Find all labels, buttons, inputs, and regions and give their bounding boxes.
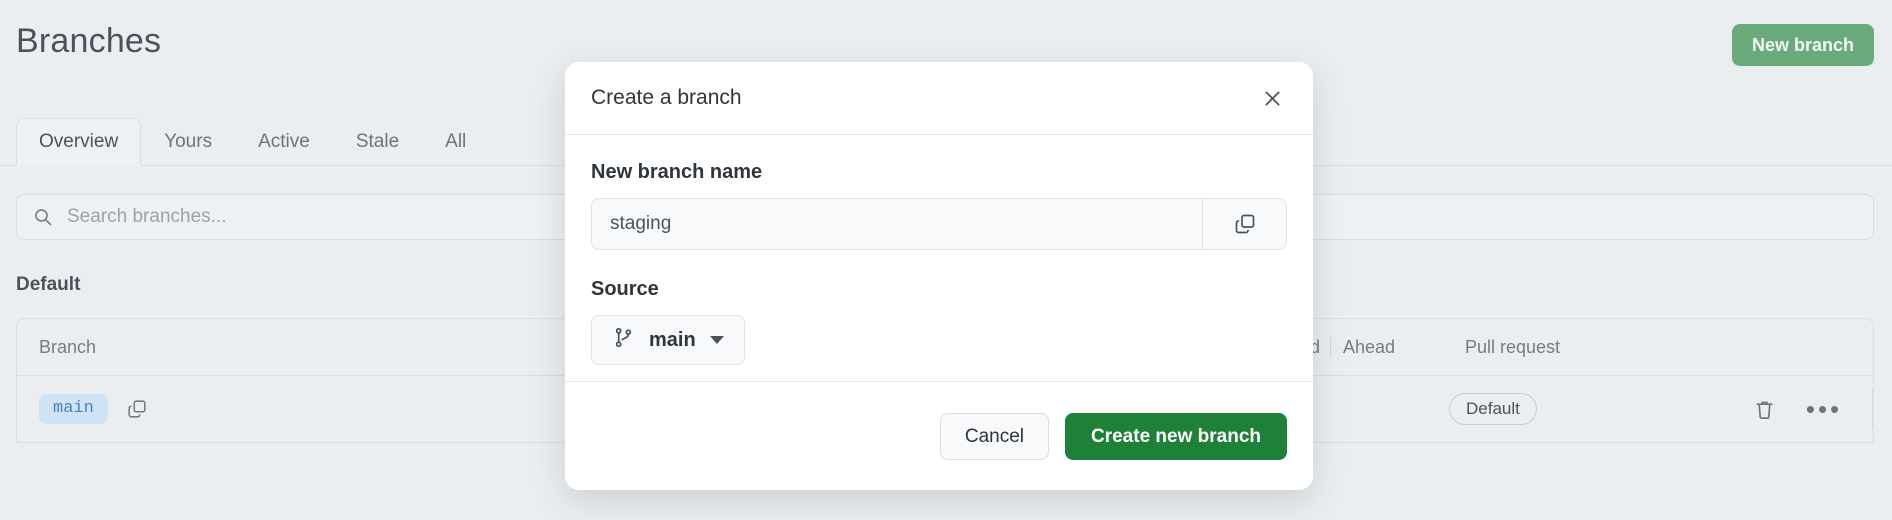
branch-name-badge[interactable]: main <box>39 393 108 425</box>
new-branch-button[interactable]: New branch <box>1731 24 1874 66</box>
column-header-ahead: Ahead <box>1343 336 1396 357</box>
tab-active[interactable]: Active <box>235 118 333 166</box>
create-branch-modal: Create a branch New branch name Source <box>565 62 1313 490</box>
git-branch-icon <box>612 326 635 354</box>
new-branch-name-label: New branch name <box>591 161 763 183</box>
tab-label: Yours <box>164 131 213 152</box>
source-branch-select[interactable]: main <box>591 315 745 365</box>
tab-overview[interactable]: Overview <box>16 118 142 166</box>
tab-label: Overview <box>39 131 119 152</box>
modal-title: Create a branch <box>591 86 742 109</box>
modal-footer: Cancel Create new branch <box>565 381 1313 490</box>
modal-body: New branch name Source mai <box>565 135 1313 381</box>
tab-all[interactable]: All <box>422 118 489 166</box>
tab-label: Active <box>258 131 310 152</box>
close-icon[interactable] <box>1257 83 1287 113</box>
modal-header: Create a branch <box>565 62 1313 135</box>
tab-label: All <box>445 131 467 152</box>
cell-actions: ••• <box>1663 388 1873 430</box>
source-branch-value: main <box>649 328 696 351</box>
cell-pull-request: Default <box>1423 393 1663 425</box>
trash-icon[interactable] <box>1751 396 1777 422</box>
chevron-down-icon <box>709 336 724 344</box>
tab-stale[interactable]: Stale <box>333 118 422 166</box>
tab-bar: Overview Yours Active Stale All <box>16 118 489 166</box>
section-heading-default: Default <box>16 274 81 295</box>
new-branch-name-field[interactable] <box>591 198 1287 250</box>
status-badge: Default <box>1449 393 1537 425</box>
new-branch-name-input[interactable] <box>592 199 1202 249</box>
page-title: Branches <box>16 22 162 60</box>
actions-divider <box>1872 388 1873 430</box>
column-header-pull-request: Pull request <box>1465 336 1561 357</box>
create-new-branch-button[interactable]: Create new branch <box>1065 412 1287 460</box>
cancel-button[interactable]: Cancel <box>939 412 1049 460</box>
search-icon <box>33 207 53 227</box>
copy-icon[interactable] <box>124 396 150 422</box>
copy-icon[interactable] <box>1202 199 1286 249</box>
source-label: Source <box>591 278 659 300</box>
tab-label: Stale <box>355 131 400 152</box>
ellipsis-icon[interactable]: ••• <box>1806 396 1839 422</box>
tab-yours[interactable]: Yours <box>141 118 235 166</box>
